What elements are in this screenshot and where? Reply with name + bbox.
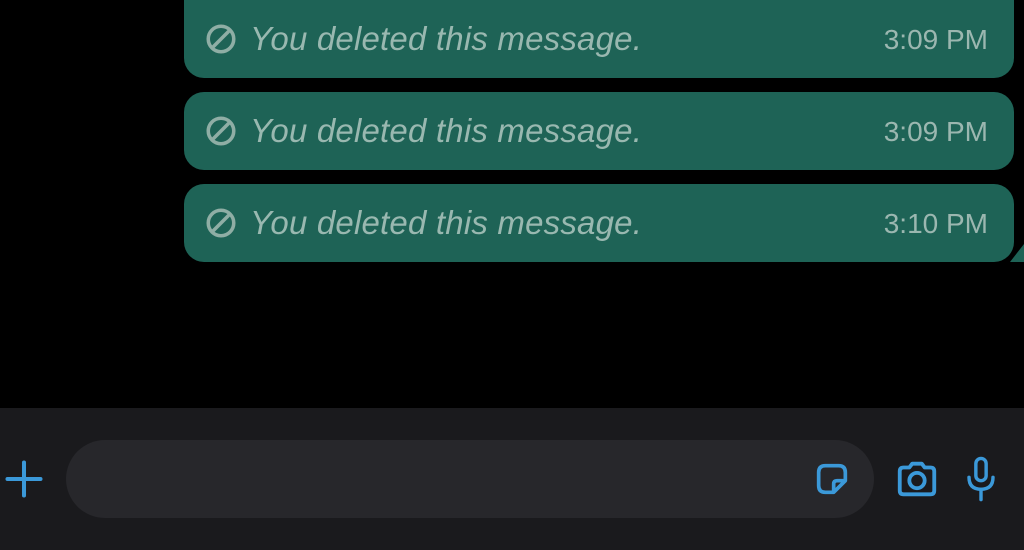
message-timestamp: 3:09 PM (884, 24, 988, 56)
message-content: You deleted this message. (204, 112, 642, 150)
prohibit-icon (204, 22, 238, 56)
message-timestamp: 3:09 PM (884, 116, 988, 148)
mic-icon[interactable] (960, 455, 1002, 503)
message-bubble[interactable]: You deleted this message. 3:09 PM (184, 0, 1014, 78)
input-bar (0, 408, 1024, 550)
prohibit-icon (204, 114, 238, 148)
message-input[interactable] (88, 465, 812, 493)
message-content: You deleted this message. (204, 204, 642, 242)
message-timestamp: 3:10 PM (884, 208, 988, 240)
chat-area: You deleted this message. 3:09 PM You de… (0, 0, 1024, 408)
deleted-message-text: You deleted this message. (250, 20, 642, 58)
message-input-container[interactable] (66, 440, 874, 518)
deleted-message-text: You deleted this message. (250, 204, 642, 242)
message-content: You deleted this message. (204, 20, 642, 58)
camera-icon[interactable] (894, 456, 940, 502)
prohibit-icon (204, 206, 238, 240)
sticker-icon[interactable] (812, 459, 852, 499)
plus-icon[interactable] (2, 457, 46, 501)
message-bubble[interactable]: You deleted this message. 3:10 PM (184, 184, 1014, 262)
message-bubble[interactable]: You deleted this message. 3:09 PM (184, 92, 1014, 170)
deleted-message-text: You deleted this message. (250, 112, 642, 150)
